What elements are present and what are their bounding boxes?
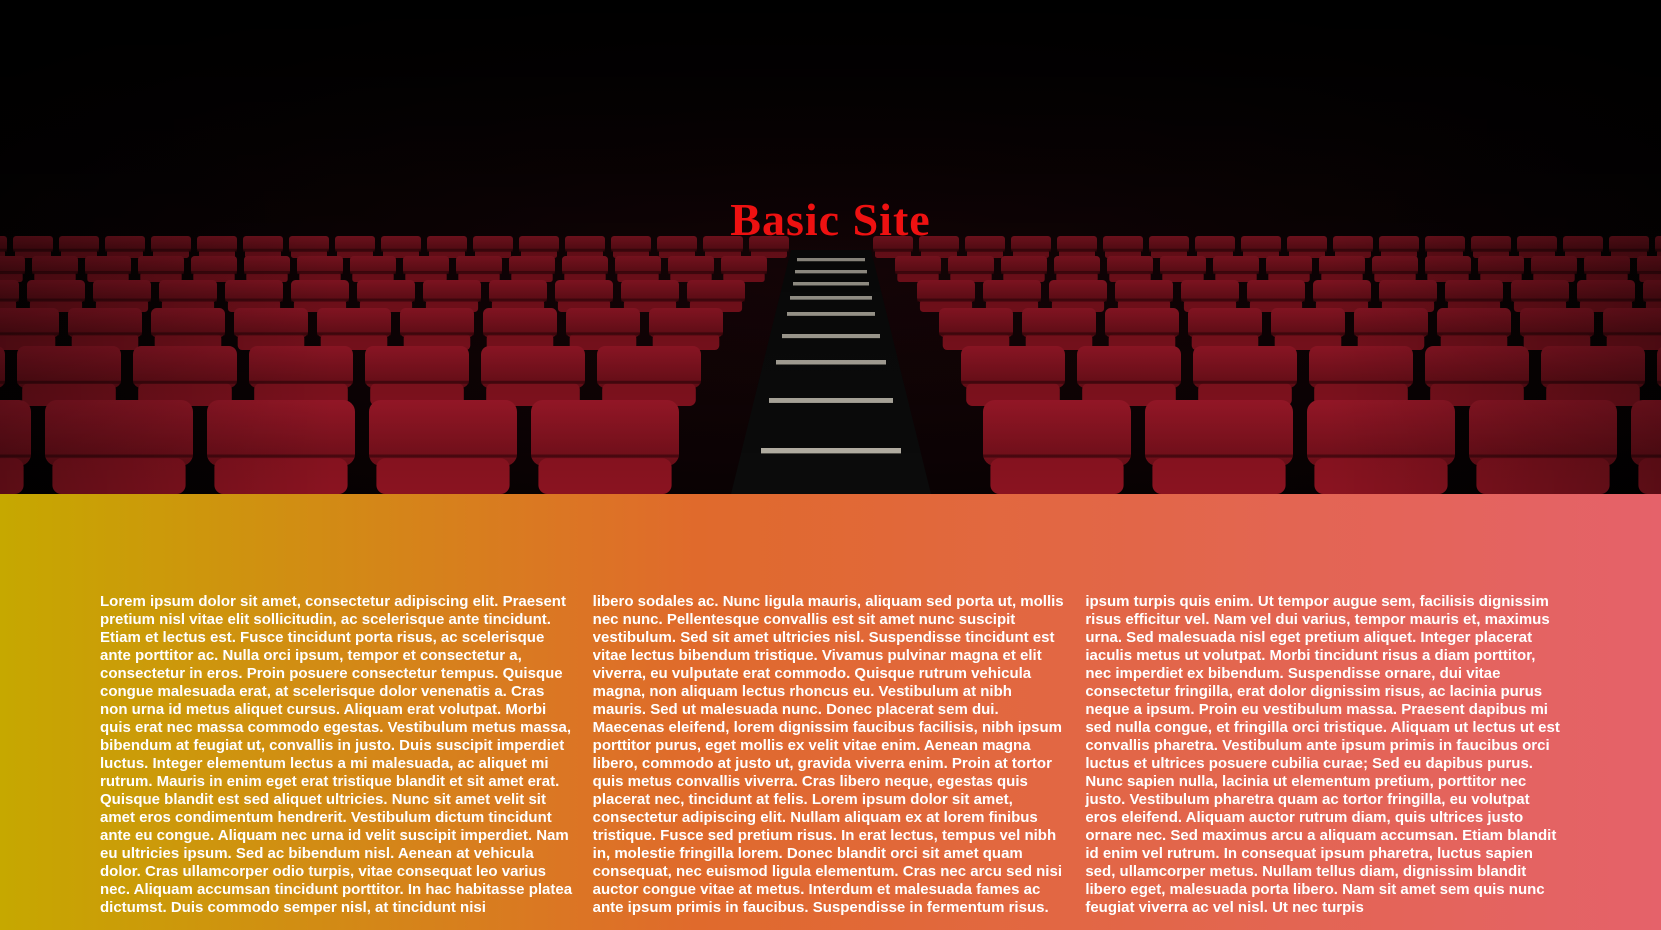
text-column-2: libero sodales ac. Nunc ligula mauris, a…: [592, 593, 1064, 916]
hero-banner: Basic Site: [0, 0, 1661, 494]
text-columns: Lorem ipsum dolor sit amet, consectetur …: [100, 593, 1561, 930]
site-title: Basic Site: [730, 194, 931, 245]
cinema-seats-image: [0, 0, 1661, 494]
text-column-3: ipsum turpis quis enim. Ut tempor augue …: [1085, 593, 1560, 916]
text-column-1: Lorem ipsum dolor sit amet, consectetur …: [100, 593, 573, 916]
content-section: Lorem ipsum dolor sit amet, consectetur …: [0, 494, 1661, 930]
